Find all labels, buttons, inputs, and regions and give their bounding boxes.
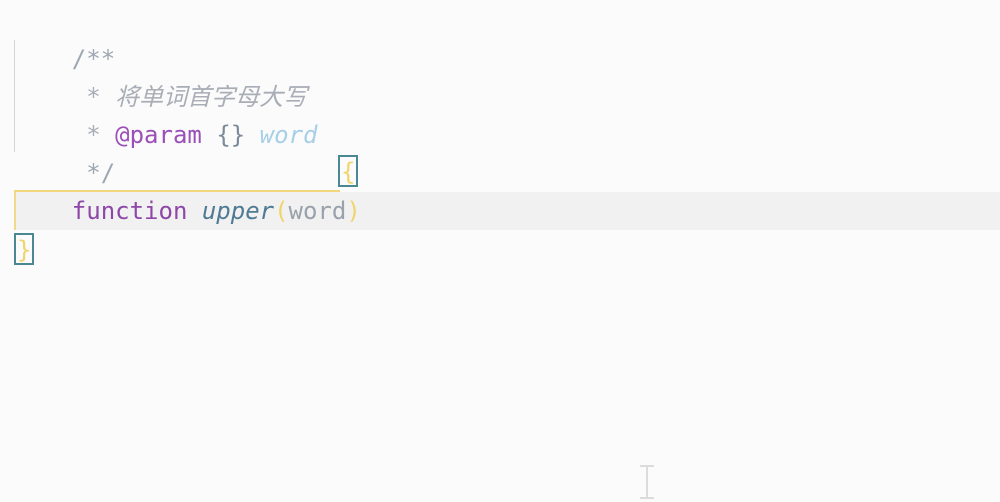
keyword-function: function <box>71 197 188 225</box>
code-editor[interactable]: /** * 将单词首字母大写 * @param {} word */ funct… <box>0 0 1000 502</box>
paren-open: ( <box>274 197 289 225</box>
doc-param-name: word <box>259 121 318 149</box>
doc-param-tag: @param <box>115 121 202 149</box>
matched-brace-open: { <box>338 155 359 187</box>
function-name: upper <box>201 197 275 225</box>
parameter-name: word <box>288 197 347 225</box>
code-line-2[interactable]: * 将单词首字母大写 <box>14 40 307 111</box>
text-cursor-icon <box>640 465 654 499</box>
matched-brace-close: } <box>14 233 35 265</box>
code-line-1[interactable]: /** <box>14 2 115 73</box>
code-line-4[interactable]: */ <box>14 116 115 187</box>
paren-close: ) <box>346 197 361 225</box>
code-line-3[interactable]: * @param {} word <box>14 78 317 149</box>
code-line-5[interactable]: function upper(word) <box>14 154 361 225</box>
doc-param-type: {} <box>216 121 246 149</box>
